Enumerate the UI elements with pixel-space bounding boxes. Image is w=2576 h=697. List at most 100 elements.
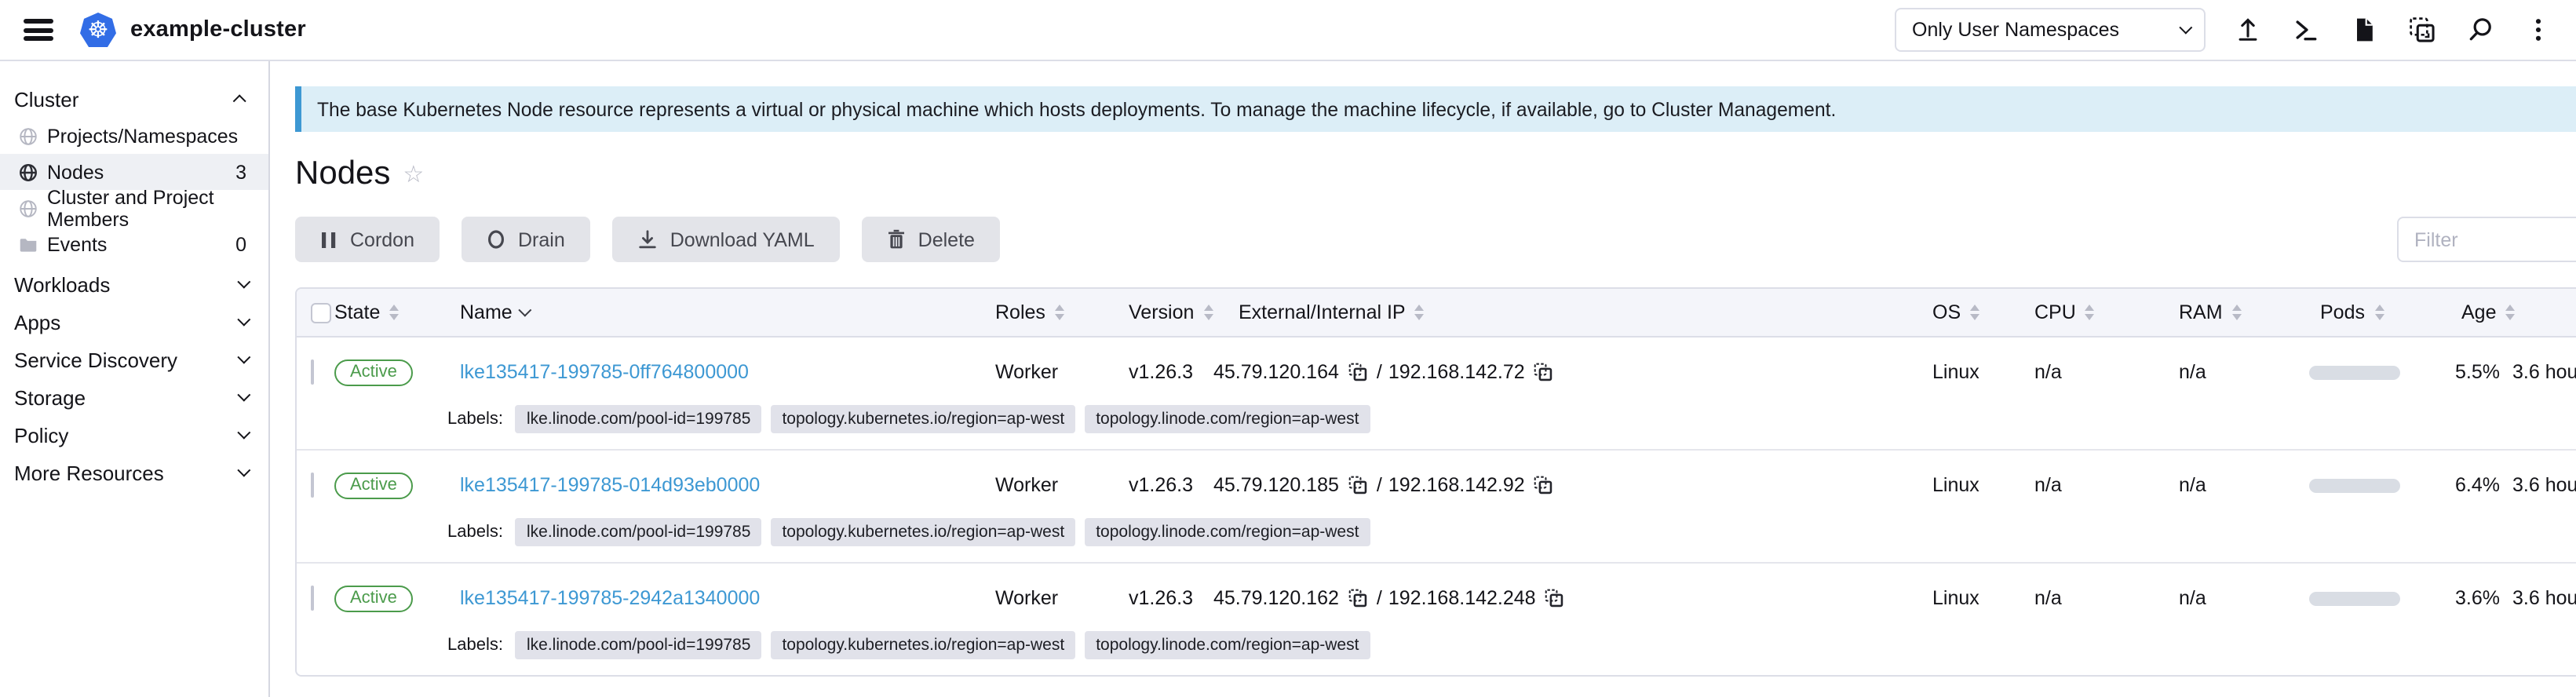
- namespace-filter-value: Only User Namespaces: [1912, 19, 2119, 41]
- sidebar-section-service-discovery[interactable]: Service Discovery: [0, 341, 268, 378]
- copy-icon[interactable]: [1545, 589, 1564, 608]
- download-yaml-button[interactable]: Download YAML: [612, 217, 840, 262]
- sidebar-section-workloads[interactable]: Workloads: [0, 265, 268, 303]
- nodes-table: State Name Roles Version External/Intern…: [295, 287, 2576, 677]
- pods-percent: 3.6%: [2455, 587, 2500, 609]
- row-checkbox[interactable]: [311, 473, 314, 498]
- labels-row: Labels: lke.linode.com/pool-id=199785 to…: [297, 629, 2576, 675]
- sidebar-section-label: Policy: [14, 423, 68, 447]
- node-name-link[interactable]: lke135417-199785-014d93eb0000: [460, 474, 760, 496]
- column-header-roles[interactable]: Roles: [995, 301, 1129, 323]
- node-name-link[interactable]: lke135417-199785-2942a1340000: [460, 587, 760, 609]
- row-checkbox[interactable]: [311, 359, 314, 385]
- sort-icon: [1055, 305, 1064, 320]
- sidebar-item-label: Cluster and Project Members: [47, 186, 246, 230]
- sidebar-item-projects-namespaces[interactable]: Projects/Namespaces: [0, 118, 268, 154]
- copy-icon[interactable]: [1348, 363, 1367, 381]
- sort-icon: [2085, 305, 2095, 320]
- sidebar-item-cluster-and-project-members[interactable]: Cluster and Project Members: [0, 190, 268, 226]
- select-all-checkbox[interactable]: [311, 302, 331, 323]
- sidebar-section-cluster[interactable]: Cluster: [0, 80, 268, 118]
- label-pill: topology.kubernetes.io/region=ap-west: [771, 518, 1075, 546]
- import-yaml-icon[interactable]: [2232, 14, 2264, 46]
- kebab-menu-icon[interactable]: [2523, 14, 2554, 46]
- chevron-down-icon: [237, 464, 250, 477]
- column-header-state[interactable]: State: [334, 301, 460, 323]
- sort-icon: [389, 305, 399, 320]
- pods-cell: [2309, 365, 2455, 379]
- copy-icon[interactable]: [1348, 476, 1367, 494]
- drain-button[interactable]: Drain: [462, 217, 590, 262]
- cordon-button[interactable]: Cordon: [295, 217, 440, 262]
- node-name-link[interactable]: lke135417-199785-0ff764800000: [460, 361, 749, 383]
- sidebar-item-events[interactable]: Events 0: [0, 226, 268, 262]
- globe-icon: [19, 162, 38, 181]
- column-header-name[interactable]: Name: [460, 301, 995, 323]
- table-row: Active lke135417-199785-0ff764800000 Wor…: [297, 338, 2576, 451]
- column-header-external-internal-ip[interactable]: External/Internal IP: [1213, 301, 1932, 323]
- download-yaml-button-label: Download YAML: [670, 228, 815, 250]
- favorite-star-icon[interactable]: ☆: [403, 160, 424, 188]
- status-badge: Active: [334, 585, 413, 611]
- page-title: Nodes: [295, 155, 390, 193]
- kubectl-shell-icon[interactable]: [2290, 14, 2322, 46]
- sidebar-section-storage[interactable]: Storage: [0, 378, 268, 416]
- main-content: The base Kubernetes Node resource repres…: [270, 61, 2576, 697]
- label-pill: topology.linode.com/region=ap-west: [1085, 631, 1370, 659]
- sidebar-section-more-resources[interactable]: More Resources: [0, 454, 268, 491]
- copy-icon[interactable]: [1348, 589, 1367, 608]
- labels-row: Labels: lke.linode.com/pool-id=199785 to…: [297, 403, 2576, 449]
- download-kubeconfig-icon[interactable]: [2348, 14, 2380, 46]
- pods-percent: 5.5%: [2455, 361, 2500, 383]
- sort-icon: [2374, 305, 2384, 320]
- label-pill: topology.linode.com/region=ap-west: [1085, 405, 1370, 433]
- sidebar-item-count: 3: [235, 161, 246, 183]
- sidebar-item-nodes[interactable]: Nodes 3: [0, 154, 268, 190]
- pods-cell: [2309, 478, 2455, 492]
- sidebar-section-label: Cluster: [14, 87, 78, 111]
- ip-separator: /: [1377, 587, 1382, 609]
- column-header-age[interactable]: Age: [2455, 301, 2576, 323]
- kubernetes-logo-icon: ☸: [80, 13, 116, 47]
- drain-icon: [487, 229, 505, 250]
- drain-button-label: Drain: [518, 228, 565, 250]
- row-checkbox[interactable]: [311, 586, 314, 611]
- copy-icon[interactable]: [1534, 363, 1553, 381]
- column-header-os[interactable]: OS: [1932, 301, 2034, 323]
- ip-cell: 45.79.120.164 / 192.168.142.72: [1213, 361, 1932, 383]
- search-icon[interactable]: [2465, 14, 2496, 46]
- pause-icon: [320, 230, 338, 249]
- actions-row: Cordon Drain Download YAML: [295, 217, 2576, 262]
- delete-button-label: Delete: [918, 228, 975, 250]
- column-header-cpu[interactable]: CPU: [2034, 301, 2179, 323]
- external-ip: 45.79.120.185: [1213, 474, 1339, 496]
- cordon-button-label: Cordon: [350, 228, 414, 250]
- label-pill: lke.linode.com/pool-id=199785: [516, 405, 761, 433]
- delete-button[interactable]: Delete: [862, 217, 1000, 262]
- chevron-down-icon: [237, 313, 250, 327]
- copy-kubeconfig-icon[interactable]: [2406, 14, 2438, 46]
- pods-progress-bar: [2309, 365, 2400, 379]
- filter-input[interactable]: [2397, 217, 2576, 262]
- sidebar-section-label: Workloads: [14, 272, 110, 296]
- sidebar-section-apps[interactable]: Apps: [0, 303, 268, 341]
- label-pill: topology.kubernetes.io/region=ap-west: [771, 631, 1075, 659]
- sidebar-section-policy[interactable]: Policy: [0, 416, 268, 454]
- column-header-version[interactable]: Version: [1129, 301, 1213, 323]
- sidebar-section-label: Storage: [14, 385, 86, 409]
- column-header-ram[interactable]: RAM: [2179, 301, 2309, 323]
- ip-cell: 45.79.120.185 / 192.168.142.92: [1213, 474, 1932, 496]
- top-bar: ☸ example-cluster Only User Namespaces: [0, 0, 2576, 61]
- external-ip: 45.79.120.162: [1213, 587, 1339, 609]
- hamburger-menu-icon[interactable]: [24, 19, 53, 41]
- copy-icon[interactable]: [1534, 476, 1553, 494]
- status-badge: Active: [334, 472, 413, 498]
- column-header-pods[interactable]: Pods: [2309, 301, 2455, 323]
- sort-icon: [1203, 305, 1213, 320]
- sort-desc-icon: [519, 304, 532, 317]
- labels-label: Labels:: [447, 518, 503, 542]
- namespace-filter-dropdown[interactable]: Only User Namespaces: [1895, 8, 2206, 52]
- ip-separator: /: [1377, 361, 1382, 383]
- pods-progress-bar: [2309, 478, 2400, 492]
- labels-label: Labels:: [447, 631, 503, 655]
